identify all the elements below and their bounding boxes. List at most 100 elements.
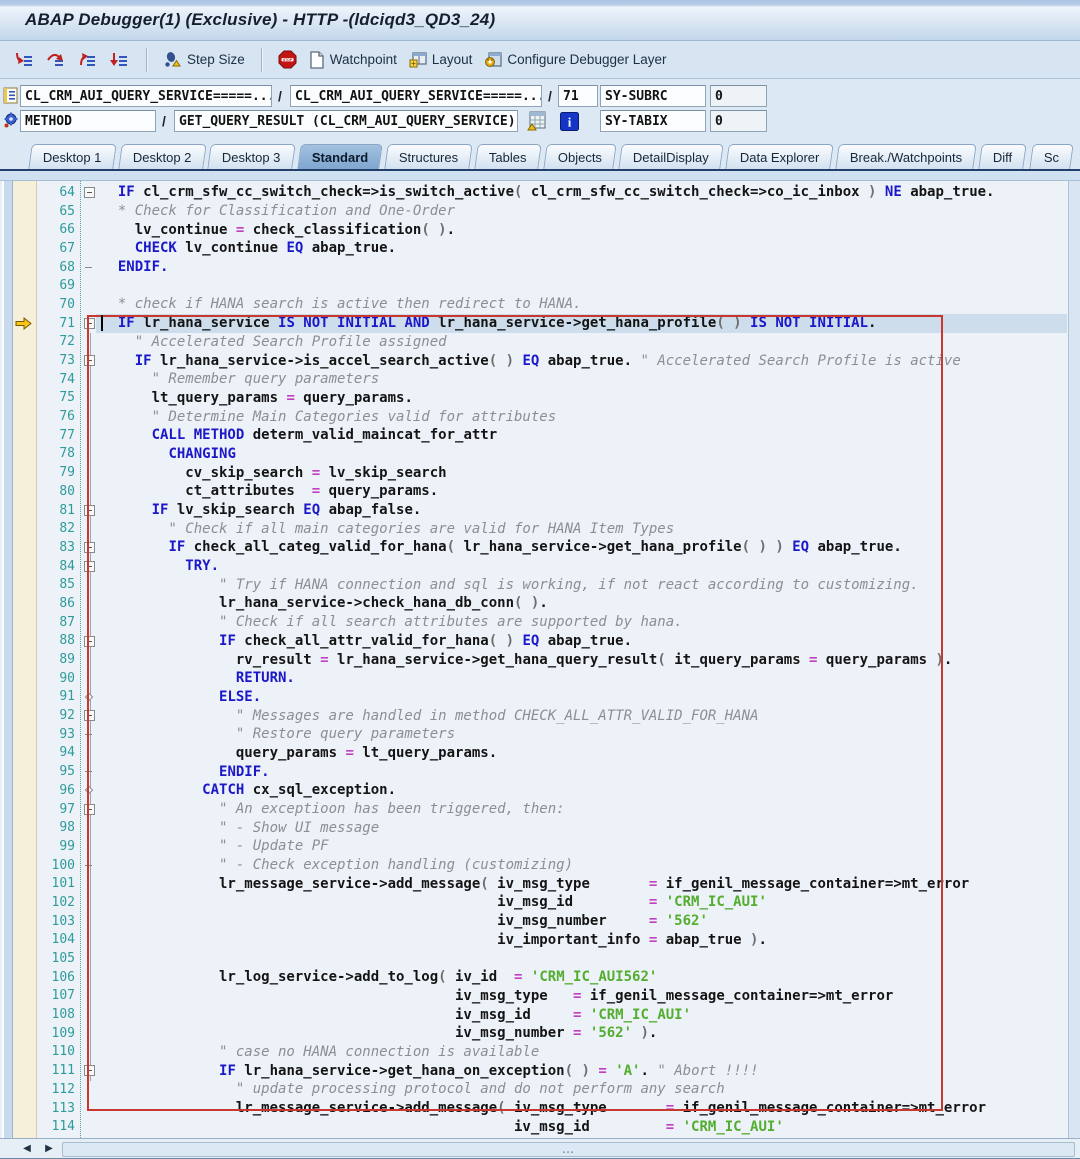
- breakpoint-cell[interactable]: [0, 874, 37, 893]
- watchpoint-button[interactable]: Watchpoint: [305, 49, 401, 71]
- breakpoint-cell[interactable]: [0, 669, 37, 688]
- breakpoint-cell[interactable]: [0, 183, 37, 202]
- breakpoint-cell[interactable]: [0, 1061, 37, 1080]
- code-line-84[interactable]: 84 TRY.: [0, 557, 1068, 576]
- breakpoint-cell[interactable]: [0, 202, 37, 221]
- code-line-79[interactable]: 79 cv_skip_search = lv_skip_search: [0, 463, 1068, 482]
- code-line-64[interactable]: 64 IF cl_crm_sfw_cc_switch_check=>is_swi…: [0, 183, 1068, 202]
- tab-break-watchpoints[interactable]: Break./Watchpoints: [835, 144, 977, 169]
- fold-toggle-icon[interactable]: [84, 804, 95, 815]
- tab-detaildisplay[interactable]: DetailDisplay: [618, 144, 723, 169]
- breakpoint-cell[interactable]: [0, 632, 37, 651]
- code-line-106[interactable]: 106 lr_log_service->add_to_log( iv_id = …: [0, 968, 1068, 987]
- breakpoint-cell[interactable]: [0, 987, 37, 1006]
- breakpoint-cell[interactable]: [0, 744, 37, 763]
- stop-button[interactable]: STOP: [274, 48, 301, 71]
- code-line-87[interactable]: 87 " Check if all search attributes are …: [0, 613, 1068, 632]
- fold-margin-cell[interactable]: [81, 800, 101, 819]
- code-line-107[interactable]: 107 iv_msg_type = if_genil_message_conta…: [0, 987, 1068, 1006]
- code-line-105[interactable]: 105: [0, 949, 1068, 968]
- breakpoint-cell[interactable]: [0, 220, 37, 239]
- display-data-object-button[interactable]: [526, 110, 548, 132]
- code-line-91[interactable]: 91 ELSE.: [0, 688, 1068, 707]
- breakpoint-cell[interactable]: [0, 407, 37, 426]
- breakpoint-cell[interactable]: [0, 575, 37, 594]
- code-line-89[interactable]: 89 rv_result = lr_hana_service->get_hana…: [0, 650, 1068, 669]
- breakpoint-cell[interactable]: [0, 893, 37, 912]
- code-line-108[interactable]: 108 iv_msg_id = 'CRM_IC_AUI': [0, 1005, 1068, 1024]
- tab-standard[interactable]: Standard: [297, 144, 383, 169]
- tab-objects[interactable]: Objects: [543, 144, 617, 169]
- code-line-114[interactable]: 114 iv_msg_id = 'CRM_IC_AUI': [0, 1117, 1068, 1136]
- breakpoint-cell[interactable]: [0, 594, 37, 613]
- code-line-95[interactable]: 95 ENDIF.: [0, 762, 1068, 781]
- include-field[interactable]: CL_CRM_AUI_QUERY_SERVICE=====...: [290, 85, 542, 107]
- step-return-button[interactable]: [74, 49, 102, 71]
- breakpoint-cell[interactable]: [0, 501, 37, 520]
- horizontal-scrollbar[interactable]: ◀ ▶ ...: [0, 1138, 1080, 1159]
- code-line-97[interactable]: 97 " An exceptioon has been triggered, t…: [0, 800, 1068, 819]
- fold-toggle-icon[interactable]: [84, 318, 95, 329]
- breakpoint-cell[interactable]: [0, 818, 37, 837]
- breakpoint-cell[interactable]: [0, 557, 37, 576]
- breakpoint-cell[interactable]: [0, 389, 37, 408]
- abap-code-editor[interactable]: 64 IF cl_crm_sfw_cc_switch_check=>is_swi…: [0, 181, 1080, 1138]
- breakpoint-cell[interactable]: [0, 276, 37, 295]
- code-line-113[interactable]: 113 lr_message_service->add_message( iv_…: [0, 1099, 1068, 1118]
- breakpoint-cell[interactable]: [0, 650, 37, 669]
- event-type-field[interactable]: METHOD: [20, 110, 156, 132]
- code-line-98[interactable]: 98 " - Show UI message: [0, 818, 1068, 837]
- breakpoint-cell[interactable]: [0, 258, 37, 277]
- code-line-70[interactable]: 70 * check if HANA search is active then…: [0, 295, 1068, 314]
- fold-margin-cell[interactable]: [81, 632, 101, 651]
- breakpoint-cell[interactable]: [0, 725, 37, 744]
- code-line-85[interactable]: 85 " Try if HANA connection and sql is w…: [0, 575, 1068, 594]
- info-button[interactable]: i: [558, 110, 580, 132]
- step-over-button[interactable]: [42, 49, 70, 71]
- line-number-field[interactable]: 71: [558, 85, 598, 107]
- tab-diff[interactable]: Diff: [979, 144, 1028, 169]
- code-line-80[interactable]: 80 ct_attributes = query_params.: [0, 482, 1068, 501]
- code-line-73[interactable]: 73 IF lr_hana_service->is_accel_search_a…: [0, 351, 1068, 370]
- code-line-111[interactable]: 111 IF lr_hana_service->get_hana_on_exce…: [0, 1061, 1068, 1080]
- configure-debugger-layer-button[interactable]: Configure Debugger Layer: [480, 49, 670, 70]
- code-line-83[interactable]: 83 IF check_all_categ_valid_for_hana( lr…: [0, 538, 1068, 557]
- code-line-86[interactable]: 86 lr_hana_service->check_hana_db_conn( …: [0, 594, 1068, 613]
- breakpoint-cell[interactable]: [0, 333, 37, 352]
- breakpoint-cell[interactable]: [0, 931, 37, 950]
- code-line-76[interactable]: 76 " Determine Main Categories valid for…: [0, 407, 1068, 426]
- breakpoint-cell[interactable]: [0, 1024, 37, 1043]
- code-line-104[interactable]: 104 iv_important_info = abap_true ).: [0, 931, 1068, 950]
- code-line-96[interactable]: 96 CATCH cx_sql_exception.: [0, 781, 1068, 800]
- fold-margin-cell[interactable]: [81, 314, 101, 333]
- step-into-button[interactable]: [10, 49, 38, 71]
- code-line-82[interactable]: 82 " Check if all main categories are va…: [0, 519, 1068, 538]
- continue-button[interactable]: [106, 49, 134, 71]
- breakpoint-cell[interactable]: [0, 856, 37, 875]
- tab-data-explorer[interactable]: Data Explorer: [725, 144, 834, 169]
- code-line-81[interactable]: 81 IF lv_skip_search EQ abap_false.: [0, 501, 1068, 520]
- breakpoint-cell[interactable]: [0, 1117, 37, 1136]
- breakpoint-cell[interactable]: [0, 370, 37, 389]
- code-line-69[interactable]: 69: [0, 276, 1068, 295]
- fold-toggle-icon[interactable]: [84, 505, 95, 516]
- fold-margin-cell[interactable]: [81, 557, 101, 576]
- code-line-65[interactable]: 65 * Check for Classification and One-Or…: [0, 202, 1068, 221]
- fold-toggle-icon[interactable]: [84, 636, 95, 647]
- tab-structures[interactable]: Structures: [384, 144, 473, 169]
- event-name-field[interactable]: GET_QUERY_RESULT (CL_CRM_AUI_QUERY_SERVI…: [174, 110, 518, 132]
- code-line-101[interactable]: 101 lr_message_service->add_message( iv_…: [0, 874, 1068, 893]
- code-line-72[interactable]: 72 " Accelerated Search Profile assigned: [0, 333, 1068, 352]
- code-line-71[interactable]: 71 IF lr_hana_service IS NOT INITIAL AND…: [0, 314, 1068, 333]
- code-line-77[interactable]: 77 CALL METHOD determ_valid_maincat_for_…: [0, 426, 1068, 445]
- fold-toggle-icon[interactable]: [84, 542, 95, 553]
- code-line-93[interactable]: 93 " Restore query parameters: [0, 725, 1068, 744]
- breakpoint-cell[interactable]: [0, 1005, 37, 1024]
- fold-toggle-icon[interactable]: [84, 710, 95, 721]
- fold-toggle-icon[interactable]: [84, 187, 95, 198]
- breakpoint-cell[interactable]: [0, 295, 37, 314]
- breakpoint-cell[interactable]: [0, 968, 37, 987]
- tab-desktop-1[interactable]: Desktop 1: [28, 144, 116, 169]
- breakpoint-cell[interactable]: [0, 1099, 37, 1118]
- code-line-102[interactable]: 102 iv_msg_id = 'CRM_IC_AUI': [0, 893, 1068, 912]
